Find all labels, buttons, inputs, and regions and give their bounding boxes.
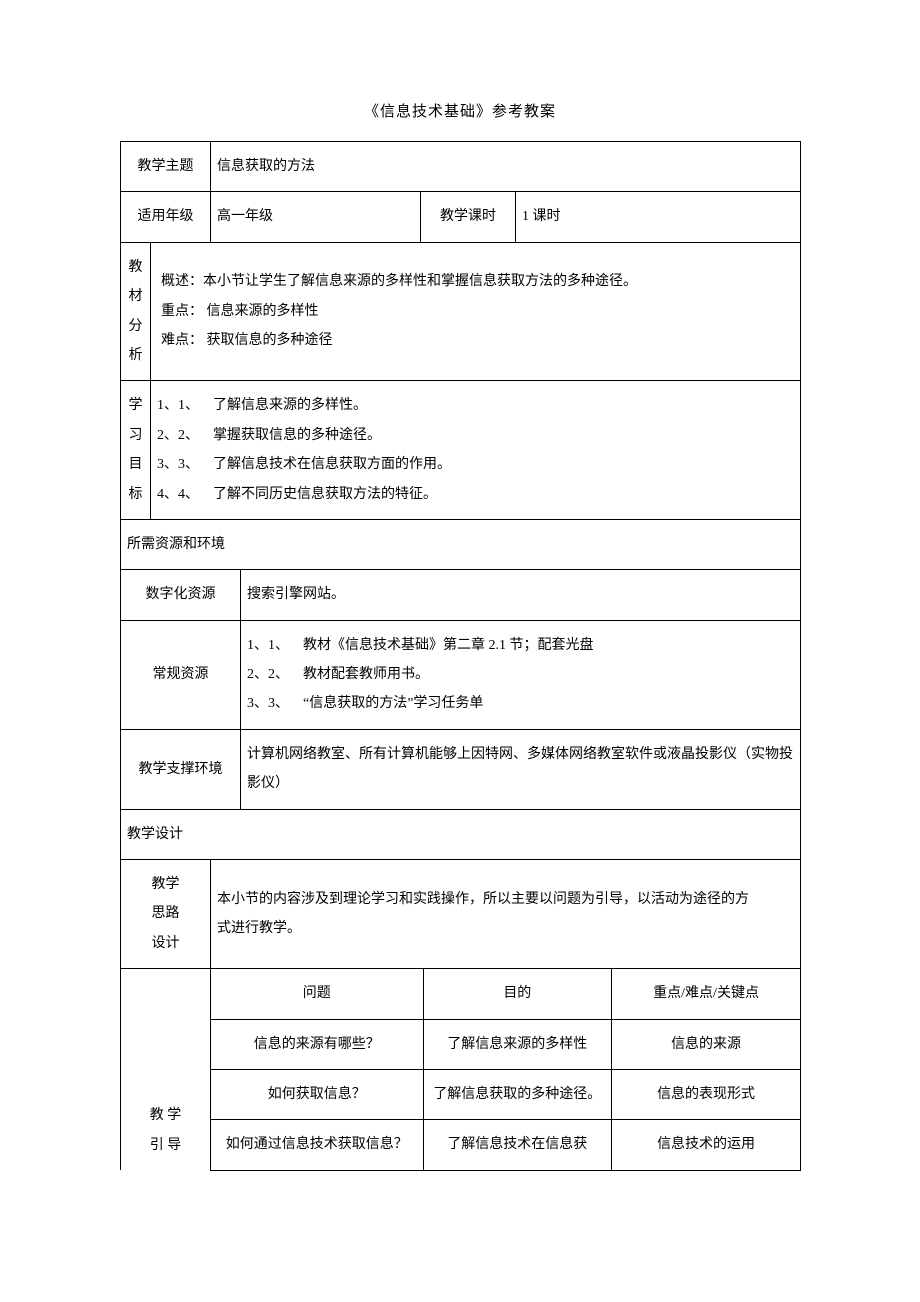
list-item: 3、3、 “信息获取的方法”学习任务单 (247, 689, 794, 718)
list-item: 2、2、 教材配套教师用书。 (247, 660, 794, 689)
list-item: 3、3、 了解信息技术在信息获取方面的作用。 (157, 450, 794, 479)
design-idea-line1: 本小节的内容涉及到理论学习和实践操作，所以主要以问题为引导，以活动为途径的方 (217, 885, 794, 914)
guide-table-container: 问题 目的 重点/难点/关键点 信息的来源有哪些？ 了解信息来源的多样性 信息的… (211, 969, 801, 1171)
grade-label: 适用年级 (121, 192, 211, 242)
page: 《信息技术基础》参考教案 教学主题 信息获取的方法 适用年级 高一年级 教学课时… (0, 0, 920, 1302)
guide-questions-table: 问题 目的 重点/难点/关键点 信息的来源有哪些？ 了解信息来源的多样性 信息的… (211, 969, 800, 1170)
env-value: 计算机网络教室、所有计算机能够上因特网、多媒体网络教室软件或液晶投影仪（实物投影… (241, 729, 801, 809)
analysis-label: 教 材 分 析 (121, 242, 151, 381)
analysis-overview: 概述：本小节让学生了解信息来源的多样性和掌握信息获取方法的多种途径。 (157, 267, 794, 296)
goals-content: 1、1、 了解信息来源的多样性。 2、2、 掌握获取信息的多种途径。 3、3、 … (151, 381, 801, 520)
list-item: 1、1、 了解信息来源的多样性。 (157, 391, 794, 420)
guide-th-question: 问题 (211, 969, 423, 1019)
guide-cell: 信息的表现形式 (612, 1069, 801, 1119)
guide-cell: 了解信息技术在信息获 (423, 1120, 612, 1170)
analysis-content: 概述：本小节让学生了解信息来源的多样性和掌握信息获取方法的多种途径。 重点： 信… (151, 242, 801, 381)
digital-res-label: 数字化资源 (121, 570, 241, 620)
design-idea-label: 教学 思路 设计 (121, 860, 211, 969)
normal-res-label: 常规资源 (121, 620, 241, 729)
guide-cell: 信息的来源有哪些？ (211, 1019, 423, 1069)
design-header: 教学设计 (121, 809, 801, 859)
guide-cell: 信息技术的运用 (612, 1120, 801, 1170)
env-label: 教学支撑环境 (121, 729, 241, 809)
guide-th-key: 重点/难点/关键点 (612, 969, 801, 1019)
analysis-key: 重点： 信息来源的多样性 (157, 297, 794, 326)
guide-cell: 如何通过信息技术获取信息？ (211, 1120, 423, 1170)
digital-res-value: 搜索引擎网站。 (241, 570, 801, 620)
normal-res-content: 1、1、 教材《信息技术基础》第二章 2.1 节；配套光盘 2、2、 教材配套教… (241, 620, 801, 729)
design-idea-line2: 式进行教学。 (217, 914, 794, 943)
goals-label: 学 习 目 标 (121, 381, 151, 520)
guide-cell: 信息的来源 (612, 1019, 801, 1069)
guide-label: 教 学 引 导 (121, 969, 211, 1171)
grade-value: 高一年级 (211, 192, 421, 242)
period-label: 教学课时 (421, 192, 516, 242)
resources-header: 所需资源和环境 (121, 519, 801, 569)
subject-label: 教学主题 (121, 142, 211, 192)
design-idea-value: 本小节的内容涉及到理论学习和实践操作，所以主要以问题为引导，以活动为途径的方 式… (211, 860, 801, 969)
guide-cell: 了解信息获取的多种途径。 (423, 1069, 612, 1119)
list-item: 4、4、 了解不同历史信息获取方法的特征。 (157, 480, 794, 509)
guide-cell: 如何获取信息？ (211, 1069, 423, 1119)
list-item: 1、1、 教材《信息技术基础》第二章 2.1 节；配套光盘 (247, 631, 794, 660)
analysis-difficult: 难点： 获取信息的多种途径 (157, 326, 794, 355)
list-item: 2、2、 掌握获取信息的多种途径。 (157, 421, 794, 450)
subject-value: 信息获取的方法 (211, 142, 801, 192)
lesson-plan-table: 教学主题 信息获取的方法 适用年级 高一年级 教学课时 1 课时 教 材 分 析… (120, 141, 801, 1171)
period-value: 1 课时 (516, 192, 801, 242)
guide-th-purpose: 目的 (423, 969, 612, 1019)
document-title: 《信息技术基础》参考教案 (120, 100, 800, 121)
guide-cell: 了解信息来源的多样性 (423, 1019, 612, 1069)
